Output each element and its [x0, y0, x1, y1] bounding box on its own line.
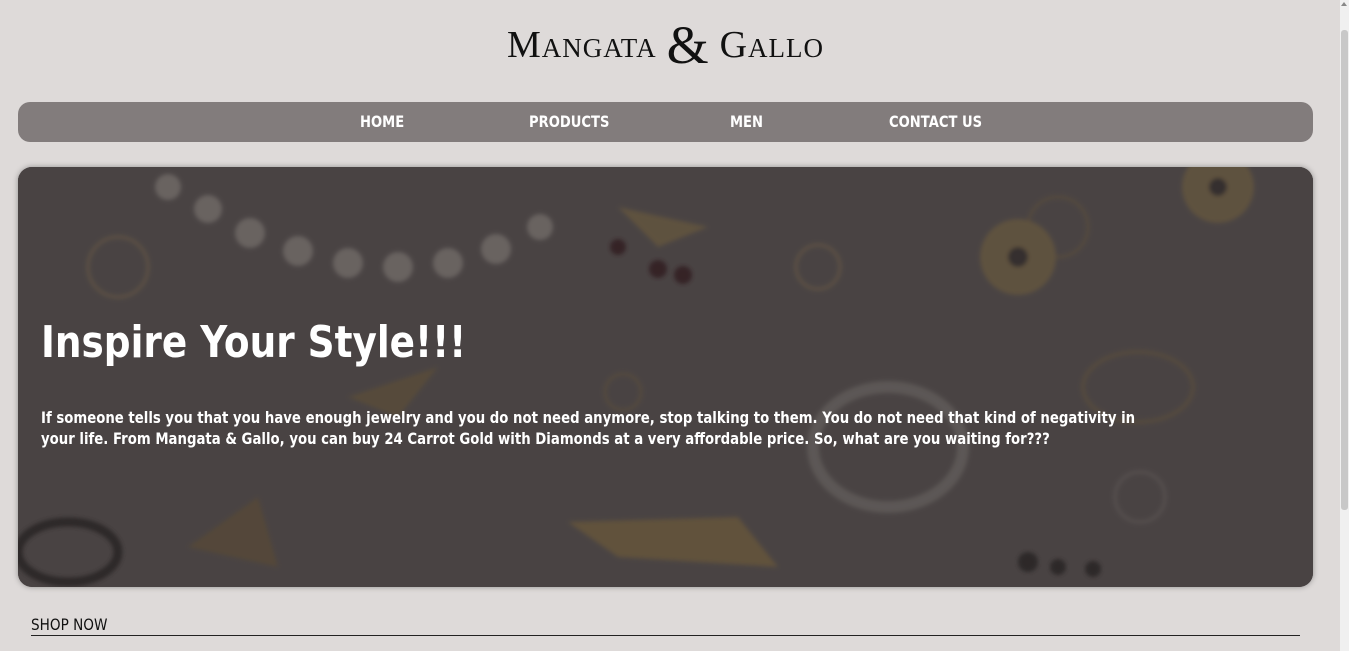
page: Mangata & Gallo HOME PRODUCTS MEN CONTACT … [0, 0, 1349, 651]
logo-ampersand: & [666, 15, 710, 75]
hero-banner: Inspire Your Style!!! If someone tells y… [18, 167, 1313, 587]
vertical-scrollbar[interactable] [1340, 0, 1349, 651]
scroll-up-arrow-icon[interactable] [1341, 2, 1347, 6]
main-nav: HOME PRODUCTS MEN CONTACT US [18, 102, 1313, 142]
brand-logo[interactable]: Mangata & Gallo [0, 14, 1331, 76]
hero-description: If someone tells you that you have enoug… [41, 408, 1136, 448]
jewelry-background-image [18, 167, 1313, 587]
logo-word-right: Gallo [719, 24, 825, 66]
shop-now-link[interactable]: SHOP NOW [31, 615, 107, 634]
shop-divider [31, 635, 1300, 636]
logo-word-left: Mangata [506, 24, 657, 66]
nav-men[interactable]: MEN [730, 102, 763, 142]
nav-contact-us[interactable]: CONTACT US [889, 102, 982, 142]
hero-title: Inspire Your Style!!! [41, 317, 467, 368]
scrollbar-thumb[interactable] [1341, 30, 1348, 510]
nav-home[interactable]: HOME [360, 102, 404, 142]
nav-products[interactable]: PRODUCTS [529, 102, 609, 142]
